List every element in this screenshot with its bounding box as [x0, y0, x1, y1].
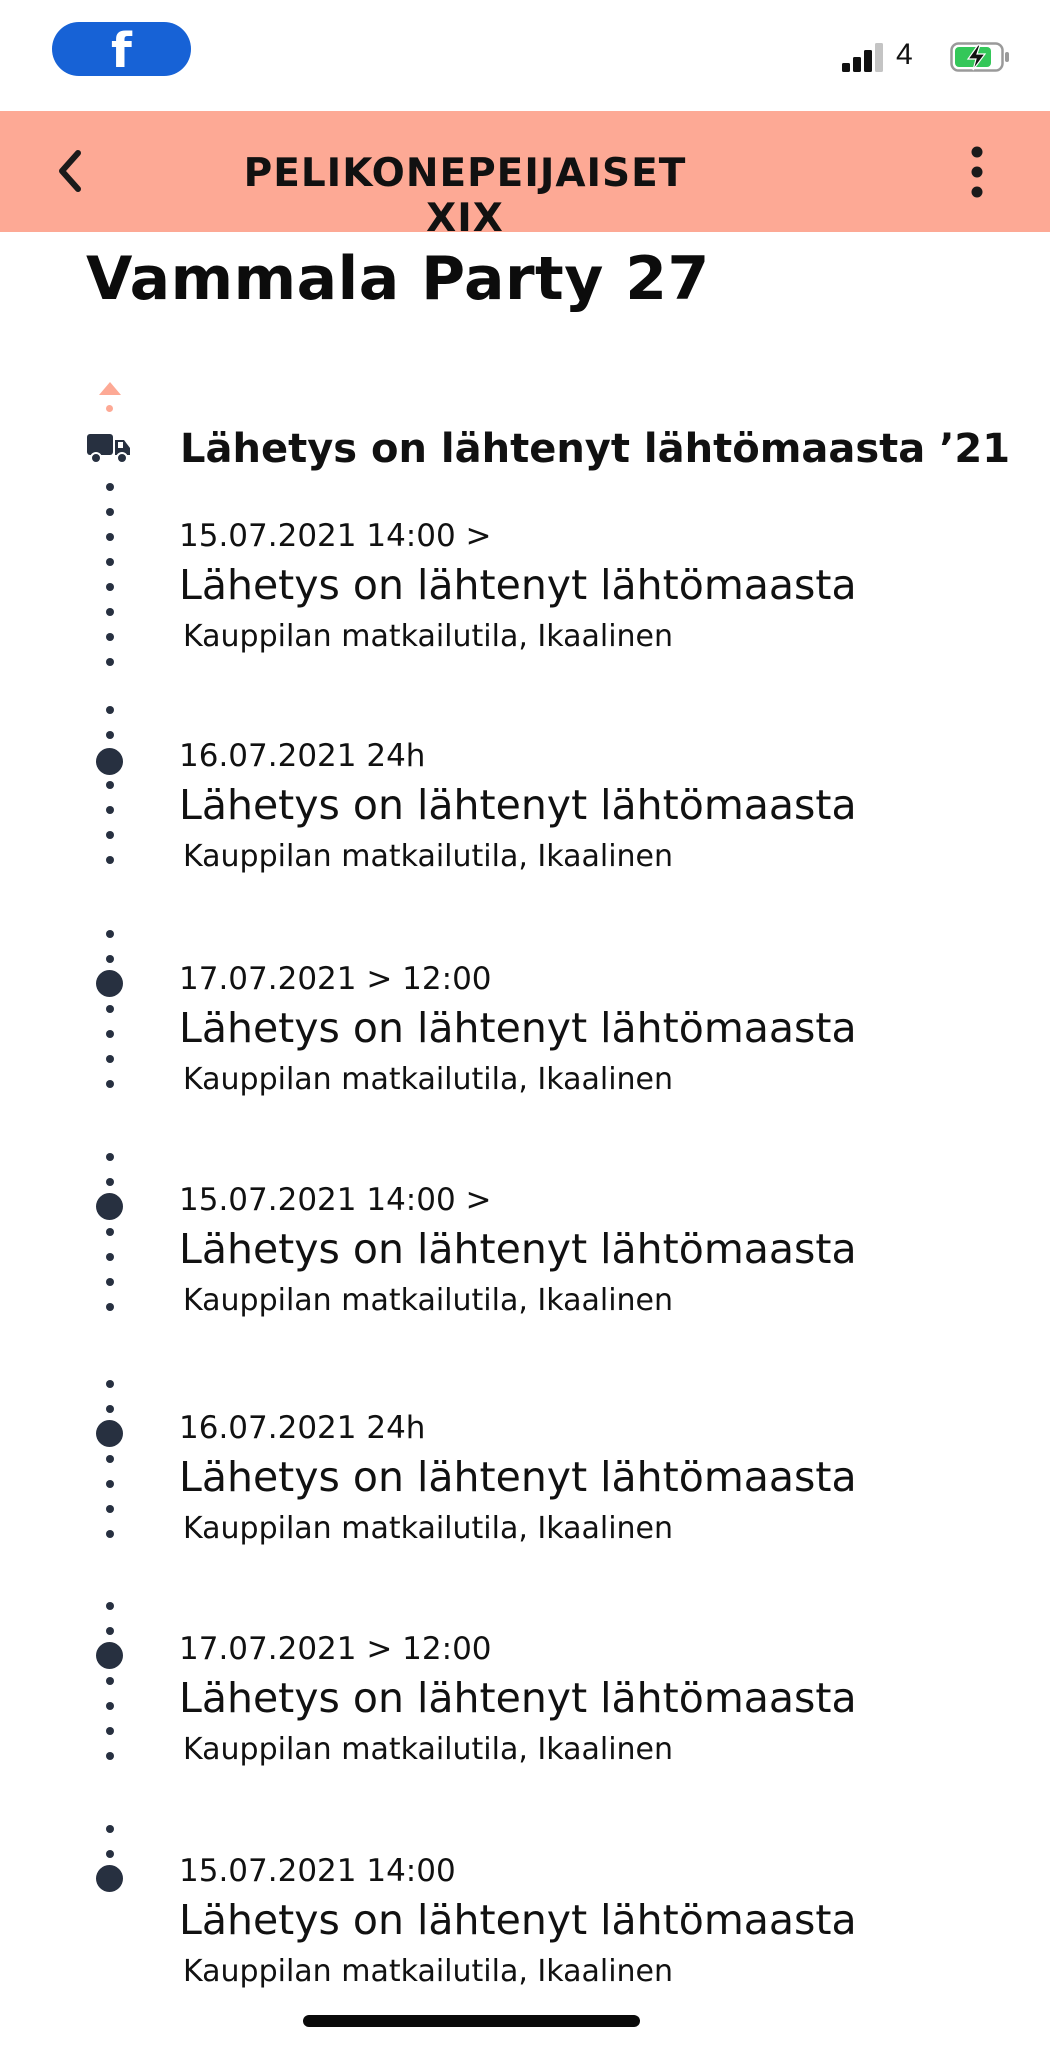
- timeline-connector: [106, 1153, 114, 1328]
- event-time: 15.07.2021 14:00 >: [179, 518, 492, 554]
- home-indicator[interactable]: [303, 2015, 640, 2027]
- event-status: Lähetys on lähtenyt lähtömaasta: [179, 1674, 857, 1722]
- event-status: Lähetys on lähtenyt lähtömaasta: [179, 561, 857, 609]
- event-time: 16.07.2021 24h: [179, 1410, 426, 1446]
- timeline-connector: [106, 706, 114, 881]
- timeline-node: [96, 1193, 123, 1220]
- timeline-connector: [106, 1380, 114, 1555]
- event-location: Kauppilan matkailutila, Ikaalinen: [183, 839, 674, 874]
- page-title: Vammala Party 27: [86, 244, 710, 314]
- timeline-node: [96, 970, 123, 997]
- event-status: Lähetys on lähtenyt lähtömaasta: [179, 1004, 857, 1052]
- timeline-event[interactable]: 16.07.2021 24h Lähetys on lähtenyt lähtö…: [179, 736, 999, 878]
- event-time: 15.07.2021 14:00 >: [179, 1182, 492, 1218]
- header-title: PELIKONEPEIJAISET XIX: [243, 151, 687, 241]
- event-location: Kauppilan matkailutila, Ikaalinen: [183, 1283, 674, 1318]
- event-status: Lähetys on lähtenyt lähtömaasta: [179, 1896, 857, 1944]
- more-vertical-icon: [971, 146, 983, 198]
- shipment-heading: Lähetys on lähtenyt lähtömaasta ’21: [180, 426, 1011, 472]
- timeline-node: [96, 1865, 123, 1892]
- event-location: Kauppilan matkailutila, Ikaalinen: [183, 619, 674, 654]
- timeline-event[interactable]: 15.07.2021 14:00 > Lähetys on lähtenyt l…: [179, 1180, 999, 1322]
- event-status: Lähetys on lähtenyt lähtömaasta: [179, 1225, 857, 1273]
- shipment-timeline: Lähetys on lähtenyt lähtömaasta ’21 15.0…: [0, 370, 1050, 1989]
- timeline-node: [96, 1642, 123, 1669]
- facebook-badge-letter: f: [111, 23, 132, 79]
- event-time: 17.07.2021 > 12:00: [179, 1631, 492, 1667]
- timeline-top-dot: [106, 405, 113, 412]
- facebook-icon[interactable]: f: [52, 22, 191, 76]
- back-button[interactable]: [44, 141, 94, 201]
- timeline-connector: [106, 1602, 114, 1777]
- app-header: PELIKONEPEIJAISET XIX: [0, 111, 1050, 241]
- event-location: Kauppilan matkailutila, Ikaalinen: [183, 1062, 674, 1097]
- event-time: 15.07.2021 14:00: [179, 1853, 456, 1889]
- event-location: Kauppilan matkailutila, Ikaalinen: [183, 1732, 674, 1767]
- event-location: Kauppilan matkailutila, Ikaalinen: [183, 1511, 674, 1546]
- timeline-event[interactable]: 17.07.2021 > 12:00 Lähetys on lähtenyt l…: [179, 1629, 999, 1771]
- cellular-signal-icon: [842, 42, 886, 72]
- event-status: Lähetys on lähtenyt lähtömaasta: [179, 1453, 857, 1501]
- event-location: Kauppilan matkailutila, Ikaalinen: [183, 1954, 674, 1989]
- chevron-left-icon: [59, 150, 81, 192]
- event-status: Lähetys on lähtenyt lähtömaasta: [179, 781, 857, 829]
- status-bar: f 4: [0, 0, 1050, 111]
- battery-charging-icon: [950, 42, 1009, 72]
- event-time: 16.07.2021 24h: [179, 738, 426, 774]
- caret-up-icon: [99, 382, 121, 395]
- network-label: 4: [896, 38, 913, 71]
- timeline-node: [96, 748, 123, 775]
- timeline-node: [96, 1420, 123, 1447]
- truck-icon: [87, 434, 130, 464]
- event-time: 17.07.2021 > 12:00: [179, 961, 492, 997]
- timeline-event[interactable]: 15.07.2021 14:00 Lähetys on lähtenyt läh…: [179, 1851, 999, 1993]
- more-options-button[interactable]: [952, 141, 1002, 203]
- timeline-event[interactable]: 17.07.2021 > 12:00 Lähetys on lähtenyt l…: [179, 959, 999, 1101]
- timeline-event[interactable]: 15.07.2021 14:00 > Lähetys on lähtenyt l…: [179, 516, 999, 658]
- timeline-connector: [106, 483, 114, 683]
- timeline-connector: [106, 930, 114, 1105]
- timeline-event[interactable]: 16.07.2021 24h Lähetys on lähtenyt lähtö…: [179, 1408, 999, 1550]
